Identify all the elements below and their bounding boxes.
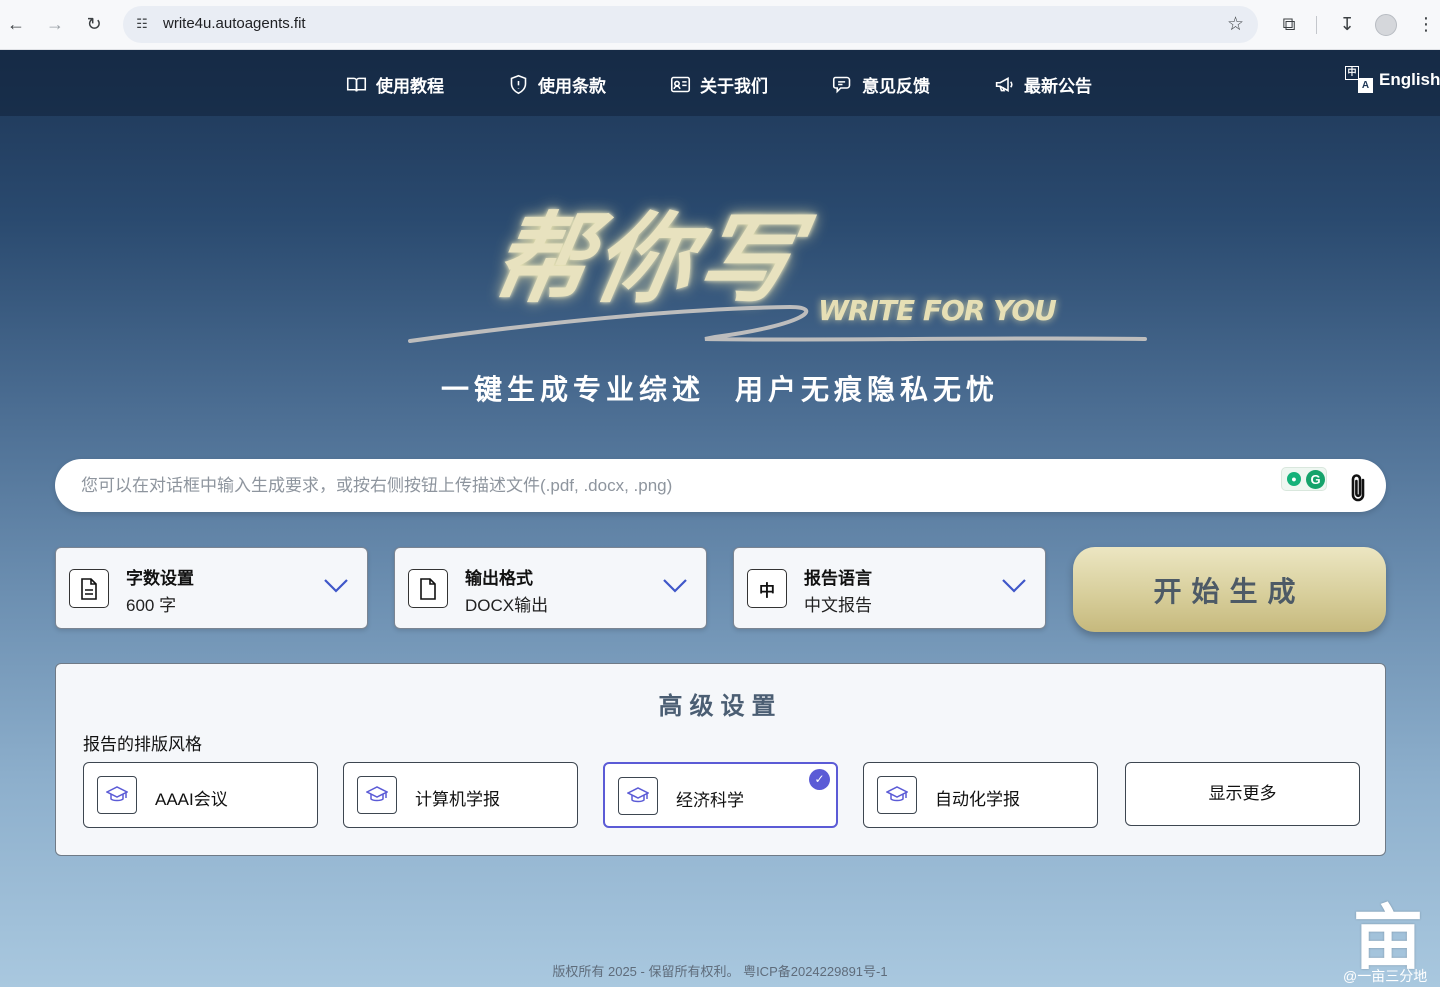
- graduation-cap-icon: [618, 777, 658, 815]
- back-arrow-icon[interactable]: ←: [2, 10, 30, 38]
- hero-subtitle-en: WRITE FOR YOU: [818, 294, 1057, 327]
- translate-icon: 中A: [1345, 66, 1373, 94]
- shield-icon: [510, 74, 527, 94]
- language-switch[interactable]: 中A English: [1345, 66, 1440, 94]
- style-card-computer-journal[interactable]: 计算机学报: [343, 762, 578, 828]
- slogan: 一键生成专业综述 用户无痕隐私无忧: [0, 368, 1440, 408]
- output-format-title: 输出格式: [465, 569, 533, 588]
- bookmark-star-icon[interactable]: ☆: [1227, 13, 1244, 36]
- nav-item-label: 使用条款: [538, 76, 606, 96]
- nav-item-label: 最新公告: [1024, 76, 1092, 96]
- prompt-input[interactable]: [81, 473, 1261, 499]
- nav-item-tutorial[interactable]: 使用教程: [346, 72, 444, 96]
- nav-item-terms[interactable]: 使用条款: [508, 72, 606, 96]
- watermark-text: @一亩三分地: [1343, 968, 1428, 984]
- id-card-icon: [670, 76, 691, 92]
- address-bar[interactable]: ☷ write4u.autoagents.fit ☆: [123, 6, 1258, 43]
- nav-item-label: 使用教程: [376, 76, 444, 96]
- extensions-icon[interactable]: ⧉: [1276, 11, 1302, 37]
- site-settings-icon[interactable]: ☷: [133, 15, 151, 33]
- word-count-selector[interactable]: 字数设置 600 字: [55, 547, 368, 629]
- start-generate-button[interactable]: 开始生成: [1073, 547, 1386, 632]
- style-card-label: 经济科学: [676, 791, 744, 810]
- nav-item-label: 意见反馈: [862, 76, 930, 96]
- forward-arrow-icon[interactable]: →: [41, 10, 69, 38]
- style-card-automation-journal[interactable]: 自动化学报: [863, 762, 1098, 828]
- slogan-left: 一键生成专业综述: [440, 373, 705, 406]
- toolbar-divider: [1316, 16, 1317, 34]
- report-language-value: 中文报告: [804, 596, 872, 615]
- grammarly-icon: G: [1306, 470, 1325, 489]
- style-card-label: AAAI会议: [155, 790, 228, 809]
- lightbulb-icon: ●: [1287, 472, 1301, 486]
- url-text[interactable]: write4u.autoagents.fit: [163, 15, 306, 32]
- style-card-economic-science[interactable]: 经济科学 ✓: [603, 762, 838, 828]
- chevron-down-icon: [324, 579, 348, 593]
- report-language-title: 报告语言: [804, 569, 872, 588]
- word-count-value: 600 字: [126, 596, 177, 615]
- layout-style-label: 报告的排版风格: [83, 735, 202, 754]
- graduation-cap-icon: [357, 776, 397, 814]
- word-count-title: 字数设置: [126, 569, 194, 588]
- footer-copyright: 版权所有 2025 - 保留所有权利。 粤ICP备2024229891号-1: [552, 964, 888, 979]
- language-label: English: [1379, 70, 1440, 89]
- style-card-label: 自动化学报: [935, 790, 1020, 809]
- file-icon: [408, 569, 448, 608]
- report-language-selector[interactable]: 中 报告语言 中文报告: [733, 547, 1046, 629]
- advanced-settings-title: 高级设置: [658, 693, 783, 720]
- prompt-bar: ● G: [55, 459, 1386, 512]
- page: 使用教程 使用条款 关于我们 意见反馈 最新公告 中A English 帮你写 …: [0, 50, 1440, 987]
- download-icon[interactable]: ↧: [1334, 11, 1360, 37]
- nav-item-label: 关于我们: [700, 76, 768, 96]
- nav-item-feedback[interactable]: 意见反馈: [832, 72, 930, 96]
- book-icon: [346, 77, 367, 92]
- checkmark-icon: ✓: [809, 769, 830, 790]
- chinese-language-icon: 中: [747, 569, 787, 608]
- chevron-down-icon: [663, 579, 687, 593]
- paperclip-icon[interactable]: [1345, 471, 1371, 505]
- advanced-settings-panel: 高级设置 报告的排版风格 AAAI会议 计算机学报 经济科学 ✓ 自动化学报 显…: [55, 663, 1386, 856]
- slogan-right: 用户无痕隐私无忧: [735, 373, 1000, 406]
- style-card-label: 计算机学报: [415, 790, 500, 809]
- chat-icon: [832, 76, 851, 93]
- output-format-selector[interactable]: 输出格式 DOCX输出: [394, 547, 707, 629]
- top-navigation: 使用教程 使用条款 关于我们 意见反馈 最新公告 中A English: [0, 50, 1440, 116]
- nav-item-announcements[interactable]: 最新公告: [994, 72, 1092, 96]
- reload-icon[interactable]: ↻: [80, 10, 108, 38]
- style-card-aaai[interactable]: AAAI会议: [83, 762, 318, 828]
- megaphone-icon: [995, 76, 1013, 92]
- grammarly-widget[interactable]: ● G: [1281, 467, 1327, 491]
- chevron-down-icon: [1002, 579, 1026, 593]
- document-icon: [69, 569, 109, 608]
- graduation-cap-icon: [97, 776, 137, 814]
- nav-item-about[interactable]: 关于我们: [670, 72, 768, 96]
- browser-toolbar: ← → ↻ ☷ write4u.autoagents.fit ☆ ⧉ ↧ ⋮: [0, 0, 1440, 50]
- more-menu-icon[interactable]: ⋮: [1413, 11, 1439, 37]
- watermark: 亩 @一亩三分地: [1343, 882, 1440, 987]
- graduation-cap-icon: [877, 776, 917, 814]
- output-format-value: DOCX输出: [465, 596, 549, 615]
- profile-avatar[interactable]: [1375, 14, 1397, 36]
- show-more-button[interactable]: 显示更多: [1125, 762, 1360, 826]
